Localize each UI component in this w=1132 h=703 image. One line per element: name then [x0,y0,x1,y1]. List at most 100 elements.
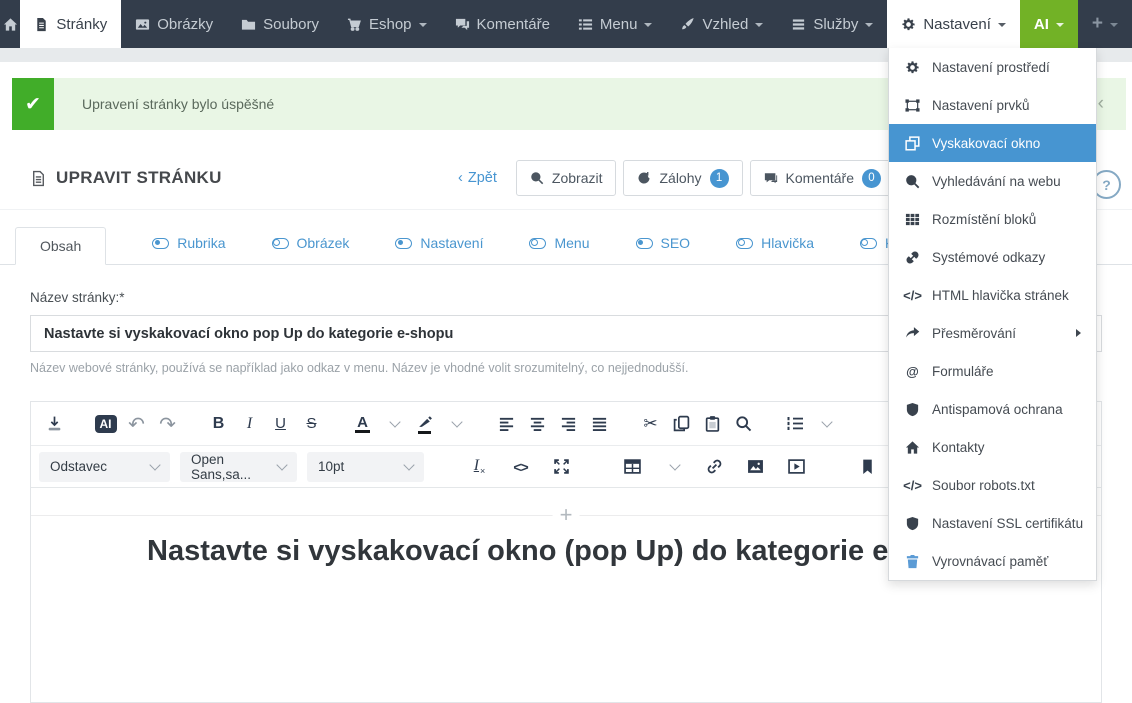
at-icon: @ [904,364,921,379]
tab-category[interactable]: Rubrika [152,225,225,264]
nav-item-eshop[interactable]: Eshop [333,0,441,48]
menu-item-cache[interactable]: Vyrovnávací paměť [889,542,1096,580]
nav-item-home[interactable] [0,0,20,48]
menu-item-popup-window[interactable]: Vyskakovací okno [889,124,1096,162]
menu-item-forms[interactable]: @ Formuláře [889,352,1096,390]
success-alert-message: Upravení stránky bylo úspěšné [54,96,274,112]
nav-item-comments[interactable]: Komentáře [441,0,564,48]
save-button[interactable] [39,408,70,440]
text-color-menu-button[interactable] [378,408,409,440]
menu-item-environment-settings[interactable]: Nastavení prostředí [889,48,1096,86]
menu-item-block-layout[interactable]: Rozmístění bloků [889,200,1096,238]
tab-image[interactable]: Obrázek [272,225,350,264]
top-navbar: Stránky Obrázky Soubory Eshop Komentáře … [0,0,1132,48]
align-left-button[interactable] [491,408,522,440]
highlight-color-button[interactable] [409,408,440,440]
brush-icon [680,17,695,32]
undo-button[interactable]: ↶ [121,408,152,440]
fullscreen-button[interactable] [546,451,577,483]
gear-icon [901,17,916,32]
paste-button[interactable] [697,408,728,440]
comments-count-badge: 0 [862,169,881,188]
trash-icon [904,554,921,569]
menu-item-antispam[interactable]: Antispamová ochrana [889,390,1096,428]
italic-button[interactable]: I [234,408,265,440]
caret-down-icon [419,23,427,27]
toggle-off-icon [529,238,546,249]
link-button[interactable] [699,451,730,483]
align-right-button[interactable] [553,408,584,440]
highlight-color-menu-button[interactable] [440,408,471,440]
caret-down-icon [1110,23,1118,27]
shield-icon [904,402,921,417]
toggle-off-icon [272,238,289,249]
tab-content[interactable]: Obsah [15,227,106,265]
document-icon [30,170,47,187]
comment-icon [764,171,778,185]
menu-item-ssl-certificate[interactable]: Nastavení SSL certifikátu [889,504,1096,542]
chevron-down-icon [403,459,414,470]
nav-item-images[interactable]: Obrázky [121,0,227,48]
alert-collapse-icon[interactable]: ‹ [1098,91,1104,117]
chevron-down-icon [149,459,160,470]
comments-button[interactable]: Komentáře 0 [750,160,895,196]
font-size-select[interactable]: 10pt [307,452,424,482]
tab-header[interactable]: Hlavička [736,225,814,264]
insert-paragraph-button[interactable]: + [553,504,580,525]
page-title: UPRAVIT STRÁNKU [56,168,222,188]
menu-item-redirects[interactable]: Přesměrování [889,314,1096,352]
anchor-bookmark-button[interactable] [852,451,883,483]
redo-button[interactable]: ↷ [152,408,183,440]
stacked-bars-icon [791,17,806,32]
nav-item-menu[interactable]: Menu [564,0,667,48]
underline-button[interactable]: U [265,408,296,440]
ai-assistant-button[interactable]: AI [90,408,121,440]
view-button[interactable]: Zobrazit [516,160,617,196]
caret-down-icon [644,23,652,27]
shield-icon [904,516,921,531]
insert-media-button[interactable] [781,451,812,483]
text-color-button[interactable]: A [347,408,378,440]
search-icon [904,174,921,189]
nav-item-ai[interactable]: AI [1020,0,1078,48]
copy-button[interactable] [666,408,697,440]
clear-formatting-button[interactable]: I× [464,451,495,483]
bold-button[interactable]: B [203,408,234,440]
table-menu-button[interactable] [658,451,689,483]
header-actions: ‹ Zpět Zobrazit Zálohy 1 Komentáře 0 [458,160,895,196]
strikethrough-button[interactable]: S [296,408,327,440]
menu-item-web-search[interactable]: Vyhledávání na webu [889,162,1096,200]
numbered-list-menu-button[interactable] [810,408,841,440]
nav-item-pages[interactable]: Stránky [20,0,121,48]
tab-seo[interactable]: SEO [636,225,691,264]
tab-settings[interactable]: Nastavení [395,225,483,264]
menu-item-system-links[interactable]: Systémové odkazy [889,238,1096,276]
back-link[interactable]: ‹ Zpět [458,170,497,186]
numbered-list-button[interactable] [779,408,810,440]
nav-item-services[interactable]: Služby [777,0,887,48]
menu-item-robots-txt[interactable]: </> Soubor robots.txt [889,466,1096,504]
font-family-select[interactable]: Open Sans,sa... [180,452,297,482]
tab-menu[interactable]: Menu [529,225,589,264]
nav-item-add[interactable]: + [1078,0,1132,48]
block-format-select[interactable]: Odstavec [39,452,170,482]
backups-button[interactable]: Zálohy 1 [623,160,742,196]
chevron-down-icon [669,459,680,470]
menu-item-html-header[interactable]: </> HTML hlavička stránek [889,276,1096,314]
list-icon [578,17,593,32]
chevron-down-icon [451,416,462,427]
menu-item-contacts[interactable]: Kontakty [889,428,1096,466]
nav-item-appearance[interactable]: Vzhled [666,0,777,48]
cut-button[interactable]: ✂ [635,408,666,440]
table-button[interactable] [617,451,648,483]
nav-item-files[interactable]: Soubory [227,0,333,48]
search-button[interactable] [728,408,759,440]
insert-image-button[interactable] [740,451,771,483]
menu-item-element-settings[interactable]: Nastavení prvků [889,86,1096,124]
toggle-on-icon [636,238,653,249]
source-code-button[interactable]: <> [505,451,536,483]
align-justify-button[interactable] [584,408,615,440]
recycle-icon [637,171,651,185]
nav-item-settings[interactable]: Nastavení [887,0,1020,48]
align-center-button[interactable] [522,408,553,440]
